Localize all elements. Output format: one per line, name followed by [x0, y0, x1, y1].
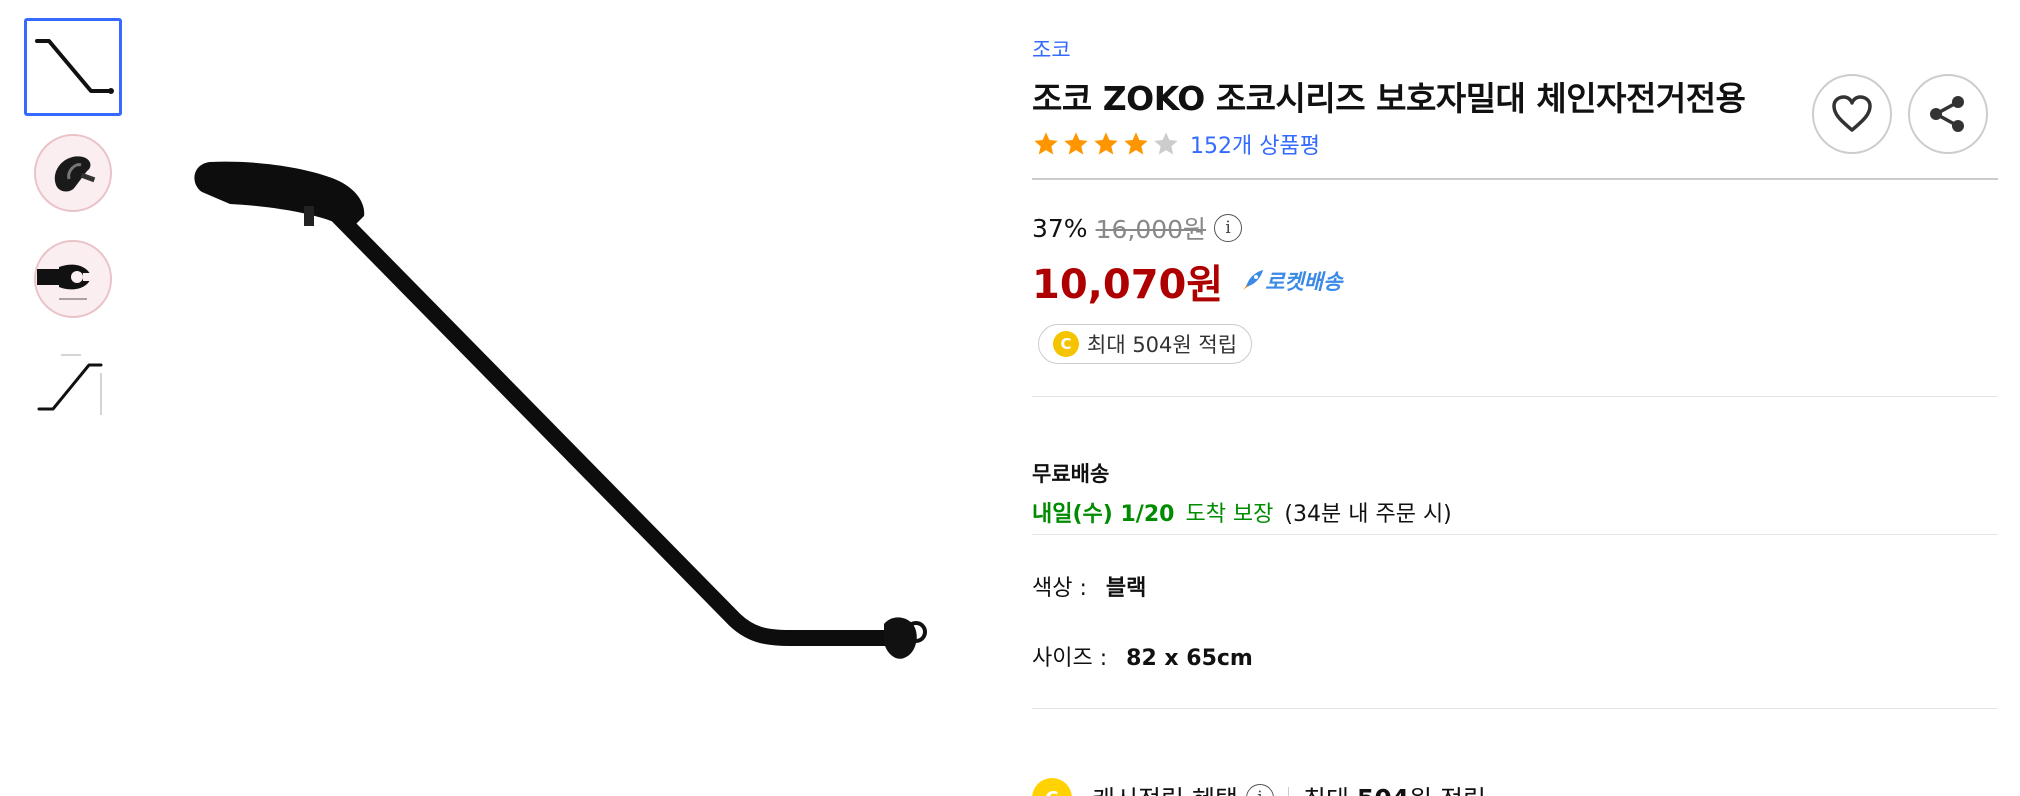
shipping-block: 무료배송 내일(수) 1/20 도착 보장 (34분 내 주문 시) — [1032, 458, 1452, 528]
divider — [1032, 708, 1998, 709]
cash-info-icon[interactable]: i — [1245, 784, 1274, 796]
thumbnail-2-image — [34, 134, 112, 212]
brand-link[interactable]: 조코 — [1032, 34, 1071, 64]
delivery-cutoff: (34분 내 주문 시) — [1284, 502, 1452, 527]
star-icon — [1154, 132, 1178, 155]
color-option-value: 블랙 — [1105, 576, 1147, 601]
cash-coin-icon: C — [1032, 778, 1072, 796]
sale-row: 10,070원 로켓배송 — [1032, 252, 1342, 310]
divider — [1032, 396, 1998, 397]
star-icon — [1064, 132, 1088, 155]
original-price: 16,000원 — [1095, 215, 1207, 244]
rocket-delivery-label: 로켓배송 — [1265, 270, 1343, 294]
color-option[interactable]: 색상 : 블랙 — [1032, 570, 1146, 602]
thumbnail-4-image — [37, 354, 103, 415]
rating-stars — [1032, 130, 1180, 158]
thumbnail-1[interactable] — [24, 18, 122, 116]
star-icon — [1124, 132, 1148, 155]
star-icon — [1094, 132, 1118, 155]
info-icon[interactable]: i — [1214, 214, 1243, 242]
sale-price: 10,070원 — [1032, 262, 1224, 308]
price-block: 37% 16,000원 i 10,070원 로켓배송 C 최대 504원 적립 — [1032, 210, 1342, 364]
color-option-label: 색상 : — [1032, 576, 1087, 601]
heart-icon — [1832, 95, 1872, 132]
size-option-value: 82 x 65cm — [1126, 646, 1253, 671]
shipping-label: 무료배송 — [1032, 462, 1110, 486]
cash-reward-row: C 캐시적립 혜택 i 최대 504원 적립 — [1032, 778, 1486, 796]
cash-reward-amount: 504 — [1357, 784, 1409, 796]
size-option[interactable]: 사이즈 : 82 x 65cm — [1032, 640, 1253, 672]
cash-reward-label: 캐시적립 혜택 — [1092, 780, 1238, 796]
divider — [1032, 534, 1998, 535]
share-icon — [1930, 96, 1964, 132]
product-info-panel: 조코 조코 ZOKO 조코시리즈 보호자밀대 체인자전거전용 152개 상품평 … — [1032, 34, 1998, 796]
delivery-guarantee: 도착 보장 — [1185, 502, 1274, 527]
reward-text: 최대 504원 적립 — [1087, 333, 1238, 357]
cash-reward-suffix: 원 적립 — [1409, 780, 1486, 796]
divider — [1032, 178, 1998, 180]
favorite-button[interactable] — [1812, 74, 1892, 154]
delivery-info: 내일(수) 1/20 도착 보장 (34분 내 주문 시) — [1032, 496, 1452, 528]
rocket-icon — [1243, 270, 1264, 290]
cash-reward-prefix: 최대 — [1303, 780, 1349, 796]
coin-icon: C — [1053, 331, 1079, 357]
thumbnail-3[interactable] — [24, 230, 122, 328]
share-button[interactable] — [1908, 74, 1988, 154]
thumbnail-3-image — [34, 240, 112, 318]
product-main-image — [194, 161, 927, 659]
reward-pill: C 최대 504원 적립 — [1038, 324, 1253, 364]
separator — [1287, 787, 1289, 796]
thumbnail-4[interactable] — [24, 336, 122, 434]
delivery-eta: 내일(수) 1/20 — [1032, 502, 1175, 527]
review-count-link[interactable]: 152개 상품평 — [1190, 128, 1320, 160]
star-icon — [1034, 132, 1058, 155]
discount-rate: 37% — [1032, 213, 1088, 243]
thumbnail-1-image — [35, 39, 114, 94]
thumbnail-list — [24, 18, 124, 442]
rocket-delivery-badge: 로켓배송 — [1239, 266, 1342, 296]
thumbnail-2[interactable] — [24, 124, 122, 222]
discount-row: 37% 16,000원 i — [1032, 210, 1342, 246]
size-option-label: 사이즈 : — [1032, 646, 1108, 671]
